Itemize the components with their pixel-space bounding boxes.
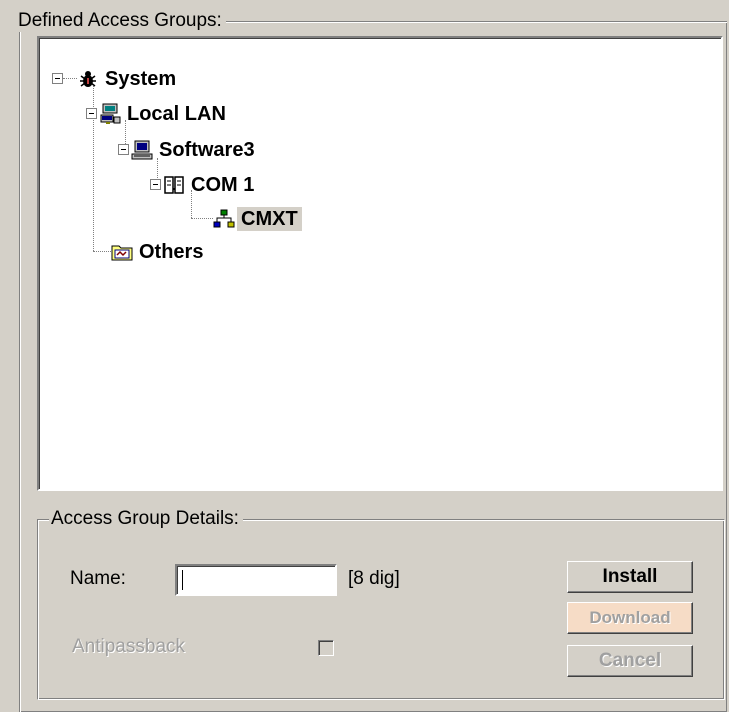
network-icon — [99, 103, 121, 125]
name-hint: [8 dig] — [348, 568, 400, 589]
tree-node-local-lan[interactable]: Local LAN — [99, 101, 230, 127]
download-button[interactable]: Download — [567, 602, 693, 634]
tree-connector — [93, 251, 111, 252]
tree-node-software3[interactable]: Software3 — [131, 137, 259, 163]
antipassback-label: Antipassback — [72, 636, 186, 657]
collapse-toggle-software3[interactable] — [118, 144, 129, 155]
collapse-toggle-system[interactable] — [52, 73, 63, 84]
com-port-icon — [163, 174, 185, 196]
defined-access-groups-title: Defined Access Groups: — [16, 10, 226, 32]
hierarchy-icon — [213, 208, 235, 230]
cancel-button[interactable]: Cancel — [567, 645, 693, 677]
install-button[interactable]: Install — [567, 561, 693, 593]
tree-node-cmxt[interactable]: CMXT — [213, 206, 302, 232]
access-group-details-title: Access Group Details: — [49, 508, 243, 530]
collapse-toggle-com1[interactable] — [150, 179, 161, 190]
collapse-toggle-local-lan[interactable] — [86, 108, 97, 119]
tree-node-system[interactable]: System — [77, 66, 180, 92]
name-input[interactable] — [175, 564, 337, 596]
tree-node-com1[interactable]: COM 1 — [163, 172, 258, 198]
computer-icon — [131, 139, 153, 161]
tree-node-others[interactable]: Others — [111, 239, 207, 265]
text-caret — [182, 570, 183, 590]
name-label: Name: — [70, 568, 126, 589]
antipassback-checkbox[interactable] — [318, 640, 334, 656]
tree-connector — [63, 78, 77, 79]
access-groups-tree[interactable]: System Local LAN Software3 COM 1 CMXT Ot… — [37, 36, 723, 491]
tree-connector — [191, 218, 213, 219]
folder-icon — [111, 241, 133, 263]
system-bug-icon — [77, 68, 99, 90]
